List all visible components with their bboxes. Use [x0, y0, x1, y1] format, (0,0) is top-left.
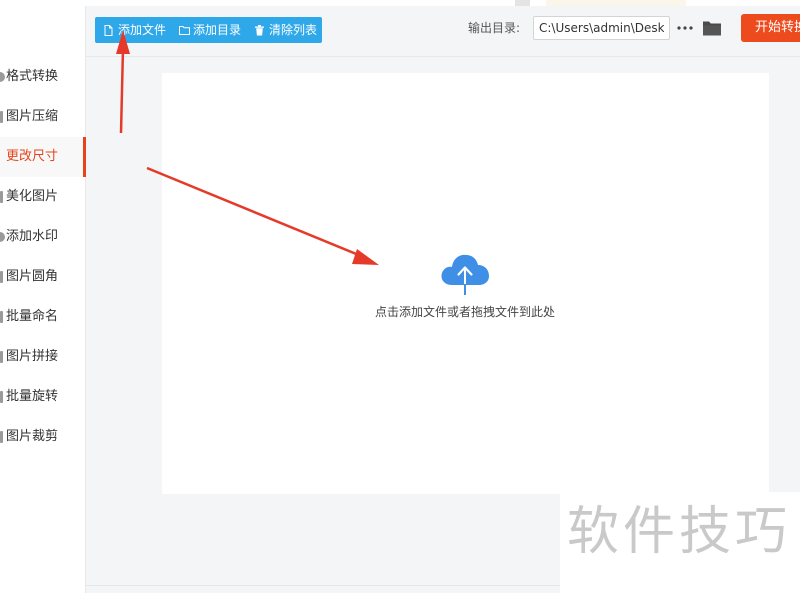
sidebar-item-compress[interactable]: 图片压缩	[0, 97, 85, 137]
sidebar-item-stitch[interactable]: 图片拼接	[0, 337, 85, 377]
bottom-divider	[86, 585, 560, 586]
sidebar-item-round-corners[interactable]: 图片圆角	[0, 257, 85, 297]
sidebar-item-label: 图片裁剪	[6, 429, 59, 444]
folder-icon[interactable]	[702, 19, 722, 37]
sidebar-item-label: 添加水印	[6, 229, 59, 244]
start-convert-label: 开始转换	[755, 20, 800, 35]
watermark-text: 软件技巧	[567, 502, 792, 562]
sidebar-item-label: 格式转换	[6, 69, 59, 84]
start-convert-button[interactable]: 开始转换	[741, 14, 800, 42]
folder-outline-icon	[179, 26, 190, 35]
bar-bullet-icon	[0, 311, 3, 323]
file-icon	[104, 25, 113, 36]
top-strip-block	[515, 0, 530, 6]
sidebar-item-batch-rotate[interactable]: 批量旋转	[0, 377, 85, 417]
sidebar-item-crop[interactable]: 图片裁剪	[0, 417, 85, 457]
sidebar-item-resize[interactable]: 更改尺寸	[0, 137, 86, 177]
add-file-label: 添加文件	[118, 23, 167, 37]
bar-bullet-icon	[0, 111, 3, 123]
bar-bullet-icon	[0, 431, 3, 443]
sidebar-item-label: 批量旋转	[6, 389, 59, 404]
add-folder-label: 添加目录	[193, 23, 242, 37]
sidebar-item-label: 美化图片	[6, 189, 59, 204]
bar-bullet-icon	[0, 191, 3, 203]
sidebar-item-label: 图片拼接	[6, 349, 59, 364]
sidebar-item-label: 批量命名	[6, 309, 59, 324]
top-strip	[0, 0, 800, 6]
sidebar-item-beautify[interactable]: 美化图片	[0, 177, 85, 217]
ellipsis-icon[interactable]	[676, 20, 694, 36]
bar-bullet-icon	[0, 391, 3, 403]
arrow-to-add-file	[116, 30, 130, 134]
sidebar-item-label: 更改尺寸	[6, 149, 59, 164]
toolbar-divider	[86, 56, 800, 57]
output-dir-label: 输出目录:	[468, 21, 521, 35]
output-path-field[interactable]	[533, 16, 670, 40]
sidebar: 格式转换 图片压缩 更改尺寸 美化图片 添加水印 图片圆角 批量命名 图片拼接 …	[0, 6, 86, 593]
active-indicator	[83, 137, 86, 177]
sidebar-item-watermark[interactable]: 添加水印	[0, 217, 85, 257]
drop-hint-text: 点击添加文件或者拖拽文件到此处	[374, 305, 555, 319]
sidebar-item-format-convert[interactable]: 格式转换	[0, 57, 85, 97]
circle-bullet-icon	[0, 232, 5, 242]
sidebar-item-batch-rename[interactable]: 批量命名	[0, 297, 85, 337]
clear-list-label: 清除列表	[269, 23, 318, 37]
circle-bullet-icon	[0, 72, 5, 82]
bar-bullet-icon	[0, 351, 3, 363]
trash-icon	[255, 25, 264, 36]
sidebar-item-label: 图片圆角	[6, 269, 59, 284]
file-toolbar: 添加文件 添加目录 清除列表	[95, 17, 322, 43]
bar-bullet-icon	[0, 271, 3, 283]
sidebar-item-label: 图片压缩	[6, 109, 59, 124]
top-strip-block	[546, 0, 686, 6]
cloud-upload-icon[interactable]	[439, 251, 491, 297]
